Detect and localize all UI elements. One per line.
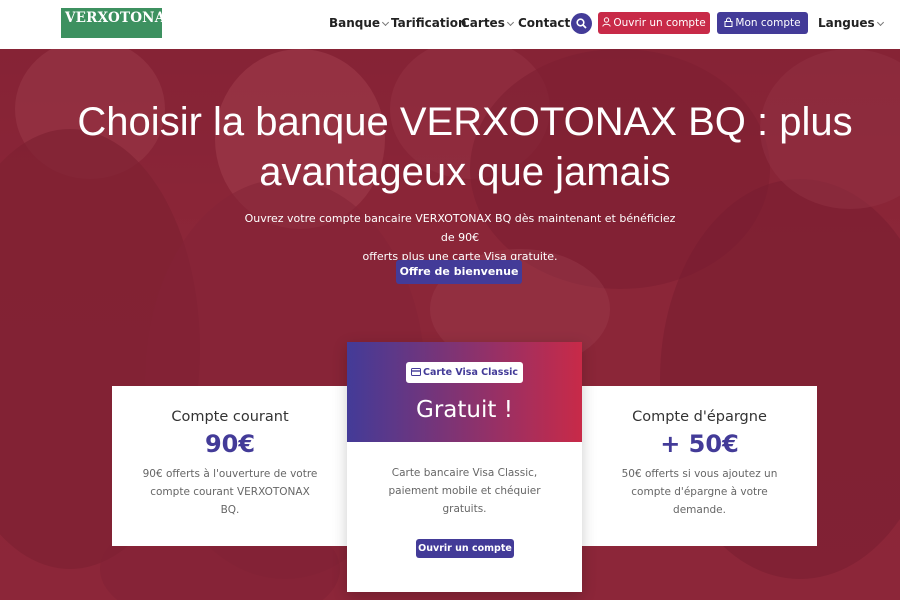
logo[interactable]: VERXOTONAX xyxy=(61,8,176,38)
nav-tarification-label: Tarification xyxy=(391,16,467,30)
nav-banque[interactable]: Banque xyxy=(329,16,390,30)
visa-open-account-button[interactable]: Ouvrir un compte xyxy=(416,539,514,558)
nav-banque-label: Banque xyxy=(329,16,381,30)
visa-card-header: Carte Visa Classic Gratuit ! xyxy=(347,342,582,442)
current-account-text: 90€ offerts à l'ouverture de votre compt… xyxy=(142,468,318,516)
visa-card-badge: Carte Visa Classic xyxy=(406,362,523,383)
current-account-value: 90€ xyxy=(204,430,256,458)
open-account-button[interactable]: Ouvrir un compte xyxy=(598,12,710,34)
nav-langues-label: Langues xyxy=(818,16,875,30)
hero-title: Choisir la banque VERXOTONAX BQ : plus a… xyxy=(0,97,900,197)
savings-account-text: 50€ offerts si vous ajoutez un compte d'… xyxy=(621,468,778,516)
hero-subtitle-line-1: Ouvrez votre compte bancaire VERXOTONAX … xyxy=(244,212,676,244)
my-account-label: Mon compte xyxy=(735,17,801,29)
nav-langues[interactable]: Langues xyxy=(818,16,884,30)
visa-card-text: Carte bancaire Visa Classic, paiement mo… xyxy=(388,467,541,515)
welcome-offer-button[interactable]: Offre de bienvenue xyxy=(396,260,522,284)
savings-account-card: Compte d'épargne + 50€ 50€ offerts si vo… xyxy=(582,386,817,546)
current-account-title: Compte courant xyxy=(171,409,289,425)
chevron-down-icon xyxy=(876,18,884,27)
credit-card-icon xyxy=(410,368,421,376)
search-button[interactable] xyxy=(571,13,592,34)
chevron-down-icon xyxy=(382,18,390,27)
nav-cartes[interactable]: Cartes xyxy=(461,16,514,30)
savings-account-value: + 50€ xyxy=(660,430,739,458)
nav-tarification[interactable]: Tarification xyxy=(391,16,467,30)
visa-card-free-title: Gratuit ! xyxy=(416,397,513,423)
open-account-label: Ouvrir un compte xyxy=(613,17,706,29)
nav-contact-label: Contact xyxy=(518,16,571,30)
chevron-down-icon xyxy=(506,18,514,27)
my-account-button[interactable]: Mon compte xyxy=(717,12,808,34)
visa-card-offer: Carte Visa Classic Gratuit ! Carte banca… xyxy=(347,342,582,592)
hero-title-line-1: Choisir la banque VERXOTONAX BQ : plus xyxy=(77,100,853,144)
visa-card-badge-label: Carte Visa Classic xyxy=(422,367,518,378)
nav-contact[interactable]: Contact xyxy=(518,16,570,30)
search-icon xyxy=(576,18,587,29)
savings-account-title: Compte d'épargne xyxy=(632,409,767,425)
hero-title-line-2: avantageux que jamais xyxy=(259,150,671,194)
top-navbar: VERXOTONAX Banque Tarification Cartes Co… xyxy=(0,0,900,49)
user-icon xyxy=(602,17,612,27)
nav-cartes-label: Cartes xyxy=(461,16,505,30)
lock-icon xyxy=(724,17,733,27)
current-account-card: Compte courant 90€ 90€ offerts à l'ouver… xyxy=(112,386,348,546)
hero-subtitle: Ouvrez votre compte bancaire VERXOTONAX … xyxy=(240,209,680,266)
